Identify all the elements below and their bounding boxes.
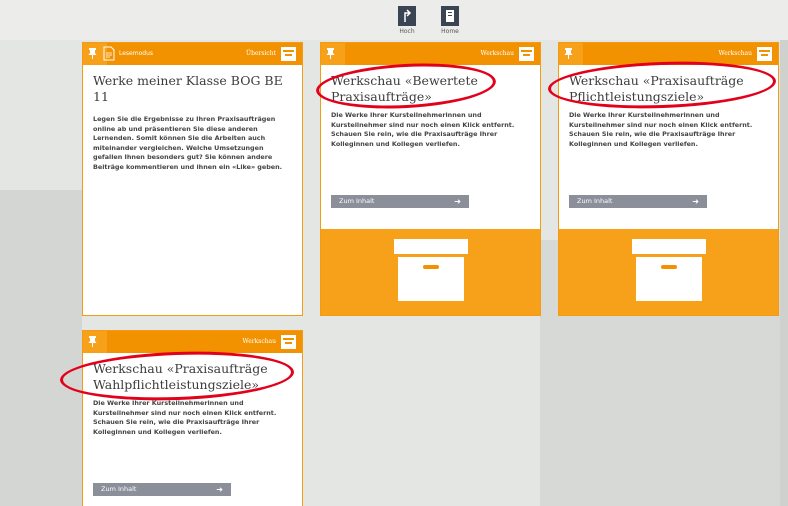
card-header: Lesemodus Übersicht	[83, 43, 302, 65]
card-description: Die Werke Ihrer Kursteilnehmerinnen und …	[569, 111, 753, 148]
home-icon	[441, 6, 459, 26]
background-tile	[0, 190, 82, 506]
card-werke-meiner-klasse[interactable]: Lesemodus Übersicht Werke meiner Klasse …	[82, 42, 303, 316]
background-tile	[780, 40, 788, 506]
card-header: Werkschau	[321, 43, 540, 65]
arrow-right-icon: ➜	[216, 485, 223, 494]
card-description: Legen Sie die Ergebnisse zu Ihren Praxis…	[93, 115, 283, 171]
nav-home[interactable]: Home	[430, 6, 470, 35]
card-type-label: Werkschau	[242, 338, 276, 345]
to-content-button[interactable]: Zum Inhalt ➜	[569, 195, 707, 208]
nav-up-label: Hoch	[399, 28, 415, 35]
card-footer	[321, 229, 540, 315]
overview-icon[interactable]	[281, 47, 296, 61]
card-type-label: Werkschau	[718, 50, 752, 57]
pin-icon	[564, 48, 573, 59]
button-label: Zum Inhalt	[339, 197, 375, 205]
pin-icon	[326, 48, 335, 59]
archive-icon	[519, 47, 534, 61]
arrow-right-icon: ➜	[454, 197, 461, 206]
up-arrow-icon	[398, 6, 416, 26]
card-description: Die Werke Ihrer Kursteilnehmerinnen und …	[331, 111, 515, 148]
nav-home-label: Home	[441, 28, 459, 35]
button-label: Zum Inhalt	[101, 485, 137, 493]
button-label: Zum Inhalt	[577, 197, 613, 205]
arrow-right-icon: ➜	[692, 197, 699, 206]
archive-icon	[757, 47, 772, 61]
pin-icon	[88, 336, 97, 347]
to-content-button[interactable]: Zum Inhalt ➜	[93, 483, 231, 496]
card-footer	[559, 229, 778, 315]
card-description: Die Werke Ihrer Kursteilnehmerinnen und …	[93, 399, 277, 436]
archive-icon	[281, 335, 296, 349]
card-header: Werkschau	[83, 331, 302, 353]
archive-box-icon	[393, 239, 468, 254]
nav-up[interactable]: Hoch	[387, 6, 427, 35]
document-icon	[103, 46, 115, 61]
to-content-button[interactable]: Zum Inhalt ➜	[331, 195, 469, 208]
card-title[interactable]: Werke meiner Klasse BOG BE 11	[93, 73, 292, 105]
archive-box-icon	[631, 239, 706, 254]
pin-icon	[88, 48, 97, 59]
card-mode-label: Lesemodus	[119, 50, 153, 57]
card-overview-link[interactable]: Übersicht	[246, 50, 276, 57]
card-type-label: Werkschau	[480, 50, 514, 57]
